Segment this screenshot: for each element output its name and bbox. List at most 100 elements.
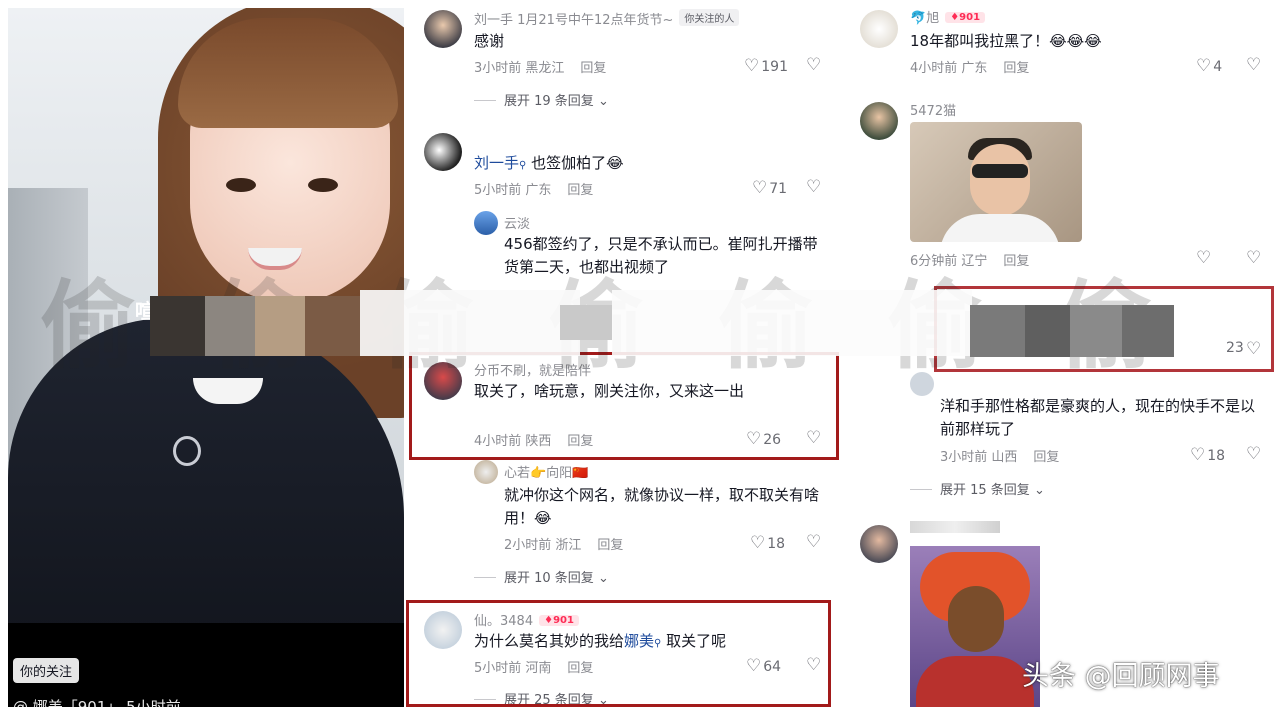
image-face (948, 586, 1004, 652)
reply-button[interactable]: 回复 (567, 434, 593, 449)
heart-icon: ♡ (750, 533, 766, 553)
reply-button[interactable]: 回复 (567, 661, 593, 676)
dislike-icon[interactable]: ♡ (806, 655, 821, 675)
like-button[interactable]: ♡ 18 (750, 533, 785, 553)
comment-author[interactable]: 云淡 (504, 213, 530, 232)
like-count: 191 (761, 59, 788, 75)
following-tag: 你关注的人 (679, 9, 740, 26)
comment-author[interactable]: 旭 (926, 11, 939, 26)
dislike-icon[interactable]: ♡ (1246, 444, 1261, 464)
dislike-icon[interactable]: ♡ (1246, 248, 1261, 268)
reply-button[interactable]: 回复 (597, 538, 623, 553)
chevron-down-icon: ⌄ (1029, 483, 1045, 498)
watermark: 头条 @回顾网事 (1022, 661, 1220, 692)
like-button[interactable]: ♡ 64 (746, 656, 781, 676)
comment-text: 取关了呢 (666, 632, 727, 650)
mention-link[interactable]: 娜美 (624, 632, 654, 650)
watermark-secondary: 号：艺距八卦 (1044, 692, 1200, 707)
avatar[interactable] (860, 10, 898, 48)
image-shirt (940, 214, 1060, 242)
image-head (970, 144, 1030, 216)
like-count: 64 (763, 659, 782, 675)
divider-line (910, 489, 932, 490)
reply-item: 洋和手那性格都是豪爽的人，现在的快手不是以前那样玩了 3小时前 山西 回复 ♡ 18… (844, 372, 1280, 502)
chevron-down-icon: ⌄ (593, 94, 609, 109)
divider-line (474, 577, 496, 578)
search-icon: ⚲ (519, 160, 527, 171)
pixelation-block (150, 296, 210, 356)
comment-item: 刘一手⚲ 也签伽柏了😂 5小时前 广东 回复 ♡ 71 ♡ (404, 125, 844, 205)
pixelation-block (1025, 305, 1070, 357)
pixelation-block (255, 296, 305, 356)
like-count: 18 (767, 536, 786, 552)
avatar[interactable] (860, 102, 898, 140)
photo-eye-left (226, 178, 256, 192)
comment-author[interactable]: 5472猫 (910, 100, 956, 119)
avatar[interactable] (424, 10, 462, 48)
comment-text: 也签伽柏了😂 (531, 154, 624, 172)
reply-button[interactable]: 回复 (1003, 61, 1029, 76)
like-count: 4 (1213, 59, 1223, 75)
expand-replies-button[interactable]: 展开 19 条回复 ⌄ (474, 90, 609, 109)
comment-text: 18年都叫我拉黑了！😂😂😂 (910, 32, 1102, 50)
reply-image[interactable] (910, 122, 1082, 242)
expand-replies-button[interactable]: 展开 15 条回复 ⌄ (910, 479, 1045, 498)
heart-icon[interactable]: ♡ (1196, 248, 1211, 268)
heart-icon: ♡ (746, 656, 762, 676)
like-count: 71 (769, 181, 788, 197)
expand-replies-label: 展开 10 条回复 (504, 571, 594, 586)
avatar[interactable] (474, 460, 498, 484)
comment-text: 感谢 (474, 32, 505, 50)
comment-author[interactable]: 心若👉向阳🇨🇳 (504, 462, 588, 481)
like-button[interactable]: ♡ 26 (746, 429, 781, 449)
pixelation-block (970, 305, 1025, 357)
comment-time: 3小时前 山西 (940, 450, 1018, 465)
chevron-down-icon: ⌄ (593, 571, 609, 586)
expand-replies-button[interactable]: 展开 10 条回复 ⌄ (474, 567, 609, 586)
comment-text: 就冲你这个网名，就像协议一样，取不取关有啥用！😂 (504, 486, 820, 527)
pixelation-block (1070, 305, 1122, 357)
comment-item: 🐬旭 ♦901 18年都叫我拉黑了！😂😂😂 4小时前 广东 回复 ♡ 4 ♡ (844, 0, 1280, 90)
dislike-icon[interactable]: ♡ (1246, 339, 1261, 359)
like-button[interactable]: ♡ 18 (1190, 445, 1225, 465)
level-badge: ♦901 (539, 615, 579, 626)
pixelation-block (560, 305, 612, 340)
heart-icon: ♡ (752, 178, 768, 198)
like-button[interactable]: ♡ 71 (752, 178, 787, 198)
avatar[interactable] (474, 211, 498, 235)
dislike-icon[interactable]: ♡ (806, 55, 821, 75)
comment-time: 5小时前 河南 (474, 661, 552, 676)
like-button[interactable]: ♡ 191 (744, 56, 788, 76)
expand-replies-label: 展开 19 条回复 (504, 94, 594, 109)
comment-text: 为什么莫名其妙的我给 (474, 632, 625, 650)
dislike-icon[interactable]: ♡ (806, 428, 821, 448)
avatar[interactable] (860, 525, 898, 563)
expand-replies-button[interactable]: 展开 25 条回复 ⌄ (474, 689, 609, 707)
heart-icon: ♡ (1190, 445, 1206, 465)
like-count: 23 (1226, 340, 1244, 356)
comment-author-blurred[interactable] (910, 521, 1000, 533)
comment-author[interactable]: 刘一手 1月21号中午12点年货节~ (474, 13, 673, 28)
dislike-icon[interactable]: ♡ (806, 177, 821, 197)
like-button[interactable]: ♡ 4 (1196, 56, 1222, 76)
mention-link[interactable]: 刘一手 (474, 154, 519, 172)
divider-line (474, 100, 496, 101)
avatar[interactable] (424, 611, 462, 649)
avatar[interactable] (424, 133, 462, 171)
reply-button[interactable]: 回复 (1033, 450, 1059, 465)
reply-button[interactable]: 回复 (580, 61, 606, 76)
expand-replies-label: 展开 25 条回复 (504, 693, 594, 707)
pixelation-block (612, 290, 972, 356)
comment-author[interactable]: 仙。3484 (474, 614, 533, 629)
dislike-icon[interactable]: ♡ (1246, 55, 1261, 75)
comment-time: 3小时前 黑龙江 (474, 61, 565, 76)
dislike-icon[interactable]: ♡ (806, 532, 821, 552)
fish-icon: 🐬 (910, 11, 927, 26)
reply-button[interactable]: 回复 (567, 183, 593, 198)
heart-icon: ♡ (1196, 56, 1212, 76)
comment-time: 2小时前 浙江 (504, 538, 582, 553)
reply-image[interactable] (910, 546, 1040, 707)
shirt-logo-icon (173, 436, 201, 466)
like-count: 26 (763, 432, 782, 448)
pixelation-block (360, 290, 580, 356)
